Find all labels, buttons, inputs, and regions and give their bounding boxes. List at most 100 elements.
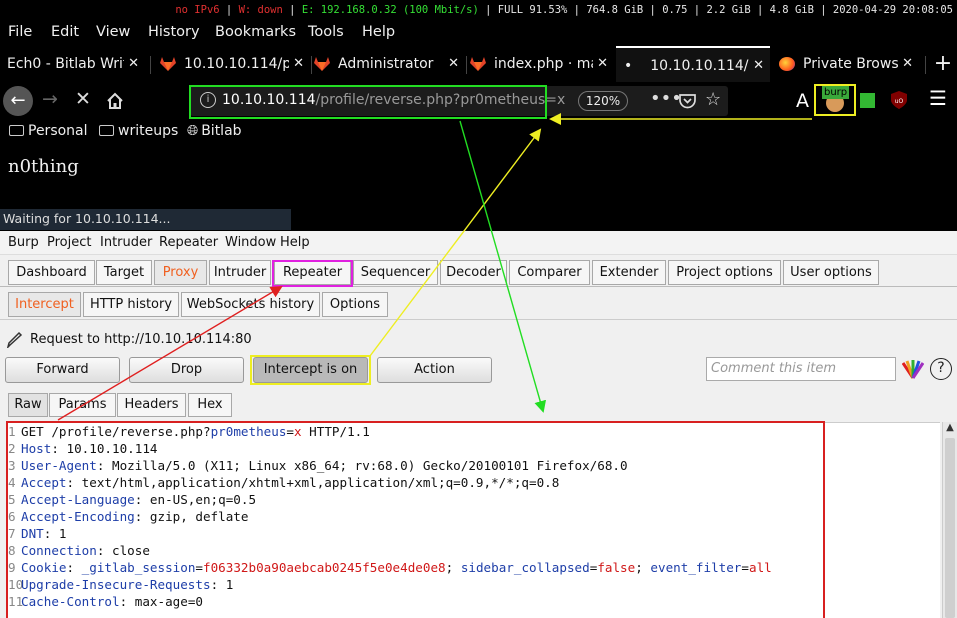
menu-view[interactable]: View — [96, 24, 130, 40]
stop-icon[interactable]: ✕ — [75, 88, 91, 110]
tab-decoder[interactable]: Decoder — [440, 260, 507, 285]
tab-proxy[interactable]: Proxy — [154, 260, 207, 285]
drop-button[interactable]: Drop — [129, 357, 244, 383]
highlight-color-icon[interactable] — [902, 359, 924, 379]
burp-menu-project[interactable]: Project — [47, 235, 91, 250]
burp-menu-help[interactable]: Help — [280, 235, 310, 250]
burp-suite-window: Burp Project Intruder Repeater Window He… — [0, 231, 957, 618]
gitlab-icon — [314, 57, 330, 71]
memory-status: 2.2 GiB | 4.8 GiB — [706, 4, 814, 16]
tab-dashboard[interactable]: Dashboard — [8, 260, 95, 285]
tab-comparer[interactable]: Comparer — [509, 260, 590, 285]
pencil-icon[interactable] — [7, 330, 23, 348]
editor-scrollbar[interactable]: ▲ — [942, 422, 957, 618]
pocket-icon[interactable] — [679, 93, 696, 109]
tab-params[interactable]: Params — [49, 393, 116, 417]
navigation-toolbar: ← → ✕ i 10.10.10.114/profile/reverse.php… — [0, 82, 957, 120]
browser-tab[interactable]: Private Browsi ✕ — [779, 46, 919, 82]
tab-extender[interactable]: Extender — [592, 260, 666, 285]
svg-text:uO: uO — [895, 98, 904, 105]
tab-headers[interactable]: Headers — [117, 393, 186, 417]
bookmark-personal[interactable]: Personal — [9, 123, 88, 139]
tab-separator — [311, 56, 312, 74]
request-editor-highlight-box — [6, 421, 825, 618]
tab-user-options[interactable]: User options — [783, 260, 879, 285]
browser-tab[interactable]: 10.10.10.114/p ✕ — [160, 46, 310, 82]
burp-menu-repeater[interactable]: Repeater — [159, 235, 218, 250]
tab-separator — [925, 56, 926, 74]
tab-title: 10.10.10.114/p — [184, 56, 292, 72]
subtab-http-history[interactable]: HTTP history — [83, 292, 179, 317]
clock: 2020-04-29 20:08:05 — [832, 4, 953, 16]
proxy-subtabs: Intercept HTTP history WebSockets histor… — [0, 288, 957, 320]
tab-hex[interactable]: Hex — [188, 393, 232, 417]
firefox-menu-bar: File Edit View History Bookmarks Tools H… — [0, 20, 957, 46]
menu-bookmarks[interactable]: Bookmarks — [215, 24, 296, 40]
tab-sequencer[interactable]: Sequencer — [353, 260, 438, 285]
forward-button[interactable]: Forward — [5, 357, 120, 383]
hamburger-menu-icon[interactable]: ☰ — [929, 86, 947, 110]
burp-menu-bar: Burp Project Intruder Repeater Window He… — [0, 231, 957, 255]
bookmarks-toolbar: Personal writeups 🌐︎ Bitlab — [0, 120, 957, 144]
back-button[interactable]: ← — [3, 86, 33, 116]
browser-tab[interactable]: Ech0 - Bitlab Write ✕ — [0, 46, 145, 82]
bookmark-writeups[interactable]: writeups — [99, 123, 178, 139]
ublock-icon[interactable]: uO — [891, 91, 907, 109]
tab-title: Administrator — [338, 56, 434, 72]
tab-project-options[interactable]: Project options — [668, 260, 781, 285]
home-icon[interactable] — [106, 92, 124, 110]
zoom-level-button[interactable]: 120% — [578, 91, 628, 111]
comment-input[interactable]: Comment this item — [706, 357, 896, 381]
star-icon[interactable]: ☆ — [705, 89, 721, 110]
disk-status: 764.8 GiB — [586, 4, 644, 16]
subtab-websockets-history[interactable]: WebSockets history — [181, 292, 320, 317]
load-status: 0.75 — [662, 4, 688, 16]
forward-icon[interactable]: → — [42, 88, 58, 110]
close-icon[interactable]: ✕ — [749, 48, 764, 82]
request-target-label: Request to http://10.10.10.114:80 — [30, 332, 252, 347]
tab-title: Ech0 - Bitlab Write — [7, 56, 138, 72]
tab-separator — [150, 56, 151, 74]
menu-edit[interactable]: Edit — [51, 24, 79, 40]
browser-tab-active[interactable]: • 10.10.10.114/p ✕ — [616, 46, 770, 82]
browser-tab-strip: Ech0 - Bitlab Write ✕ 10.10.10.114/p ✕ A… — [0, 46, 957, 82]
tab-separator — [466, 56, 467, 74]
reader-mode-icon[interactable]: A — [796, 90, 809, 112]
ethernet-status: E: 192.168.0.32 (100 Mbit/s) — [301, 4, 479, 16]
browser-tab[interactable]: index.php · ma ✕ — [470, 46, 614, 82]
close-icon[interactable]: ✕ — [898, 46, 913, 82]
tab-target[interactable]: Target — [96, 260, 152, 285]
bookmark-label: Personal — [28, 123, 88, 139]
page-body-text: n0thing — [8, 156, 79, 177]
scroll-up-icon[interactable]: ▲ — [943, 422, 957, 436]
bookmark-bitlab[interactable]: 🌐︎ Bitlab — [187, 123, 242, 139]
gitlab-icon — [160, 57, 176, 71]
tab-raw[interactable]: Raw — [8, 393, 48, 417]
close-icon[interactable]: ✕ — [593, 46, 608, 82]
subtab-intercept[interactable]: Intercept — [8, 292, 81, 317]
scrollbar-thumb[interactable] — [945, 438, 955, 618]
browser-tab[interactable]: Administrator ✕ — [314, 46, 465, 82]
burp-menu-burp[interactable]: Burp — [8, 235, 39, 250]
extension-icon[interactable] — [860, 93, 875, 108]
burp-menu-window[interactable]: Window — [225, 235, 276, 250]
menu-help[interactable]: Help — [362, 24, 395, 40]
help-icon[interactable]: ? — [930, 358, 952, 380]
burp-menu-intruder[interactable]: Intruder — [100, 235, 152, 250]
close-icon[interactable]: ✕ — [444, 46, 459, 82]
menu-tools[interactable]: Tools — [308, 24, 344, 40]
close-icon[interactable]: ✕ — [124, 46, 139, 82]
menu-history[interactable]: History — [148, 24, 200, 40]
tab-title: index.php · ma — [494, 56, 599, 72]
new-tab-button[interactable]: + — [932, 46, 954, 82]
subtab-options[interactable]: Options — [322, 292, 388, 317]
more-actions-icon[interactable]: ••• — [650, 88, 682, 109]
folder-icon — [9, 125, 24, 136]
wifi-status: W: down — [238, 4, 283, 16]
intercept-highlight-box — [250, 355, 371, 385]
close-icon[interactable]: ✕ — [289, 46, 304, 82]
url-highlight-box — [189, 85, 547, 119]
menu-file[interactable]: File — [8, 24, 32, 40]
action-button[interactable]: Action — [377, 357, 492, 383]
tab-intruder[interactable]: Intruder — [209, 260, 271, 285]
